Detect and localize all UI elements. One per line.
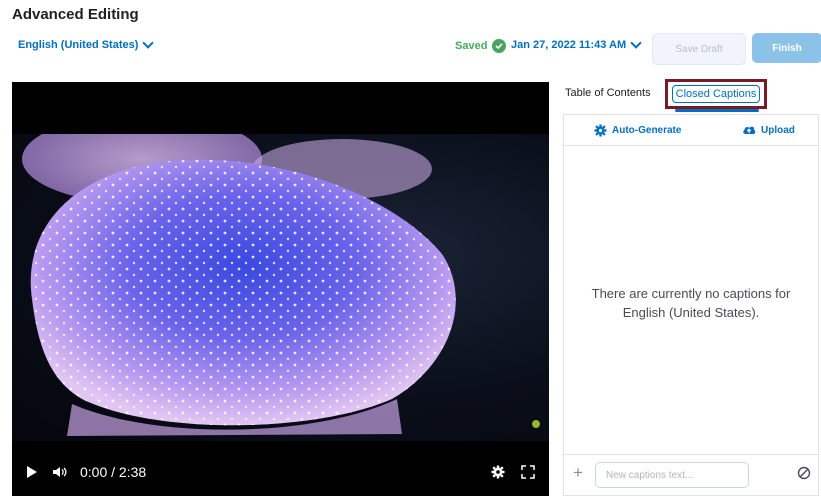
video-frame [12, 134, 549, 441]
date-dropdown[interactable]: Jan 27, 2022 11:43 AM [511, 37, 642, 51]
video-player[interactable]: 0:00 / 2:38 [12, 82, 549, 496]
ban-icon[interactable] [797, 466, 811, 485]
plus-icon[interactable]: + [573, 463, 583, 483]
tab-closed-captions[interactable]: Closed Captions [671, 85, 761, 103]
date-label: Jan 27, 2022 11:43 AM [511, 39, 627, 51]
cloud-upload-icon [742, 124, 756, 136]
active-tab-indicator [675, 109, 759, 112]
caption-input-row: + [564, 454, 818, 495]
page-title: Advanced Editing [12, 6, 139, 23]
settings-icon[interactable] [491, 465, 505, 479]
finish-button[interactable]: Finish [752, 33, 821, 63]
video-controls: 0:00 / 2:38 [12, 448, 549, 496]
language-label: English (United States) [18, 39, 139, 51]
check-circle-icon [492, 39, 507, 53]
closed-captions-highlight: Closed Captions [665, 79, 767, 109]
upload-button[interactable]: Upload [742, 124, 795, 136]
volume-icon[interactable] [52, 465, 68, 479]
chevron-down-icon [630, 37, 642, 49]
language-dropdown[interactable]: English (United States) [18, 37, 155, 51]
auto-generate-label: Auto-Generate [612, 125, 682, 136]
tab-table-of-contents[interactable]: Table of Contents [565, 87, 651, 99]
gear-icon [594, 124, 607, 137]
video-time: 0:00 / 2:38 [80, 464, 147, 480]
upload-label: Upload [761, 124, 795, 136]
save-status: Saved [455, 39, 507, 53]
captions-area: Auto-Generate Upload There are currently… [563, 114, 819, 496]
save-status-label: Saved [455, 40, 488, 52]
empty-captions-message: There are currently no captions for Engl… [591, 286, 791, 320]
captions-actions: Auto-Generate Upload [564, 115, 818, 146]
play-icon[interactable] [26, 465, 38, 479]
save-draft-button[interactable]: Save Draft [652, 33, 746, 65]
jellyfish-image [22, 134, 540, 436]
panel-tabs: Table of Contents Closed Captions [563, 79, 820, 112]
fullscreen-icon[interactable] [521, 465, 535, 479]
new-caption-input[interactable] [595, 462, 749, 488]
auto-generate-button[interactable]: Auto-Generate [594, 124, 681, 137]
chevron-down-icon [142, 37, 155, 49]
captions-panel: Table of Contents Closed Captions Auto-G… [563, 79, 820, 496]
